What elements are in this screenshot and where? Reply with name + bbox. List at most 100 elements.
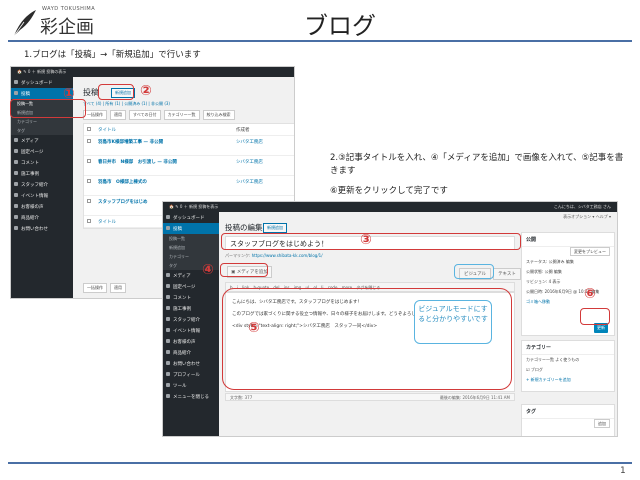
- bulk-action-select[interactable]: 一括操作: [83, 110, 107, 120]
- pin-icon: [166, 350, 170, 354]
- pin-icon: [14, 182, 18, 186]
- dashboard-icon: [14, 80, 18, 84]
- sidebar-item-staff[interactable]: スタッフ紹介: [11, 179, 73, 190]
- sidebar-item-pages[interactable]: 固定ページ: [163, 281, 219, 292]
- marker-3: ③: [360, 232, 372, 248]
- post-author-link[interactable]: シバタ工務店: [236, 159, 263, 165]
- step-2-text: 2.③記事タイトルを入れ、④「メディアを追加」で画像を入れて、⑤記事を書きます: [330, 153, 624, 176]
- user-icon: [166, 372, 170, 376]
- pin-icon: [166, 317, 170, 321]
- select-all-checkbox[interactable]: [87, 127, 91, 131]
- pin-icon: [14, 215, 18, 219]
- trash-link[interactable]: ゴミ箱へ移動: [522, 297, 614, 307]
- sidebar-item-events[interactable]: イベント情報: [11, 190, 73, 201]
- admin-bar: 🏠 ✎ 0 ＋ 新規 投稿を表示 こんにちは、シバタ工務店 さん: [163, 202, 617, 212]
- sidebar-item-products[interactable]: 商品紹介: [163, 347, 219, 358]
- marker-6: ⑥: [584, 286, 596, 302]
- category-filter-select[interactable]: カテゴリー一覧: [163, 110, 200, 120]
- post-author-link[interactable]: シバタ工務店: [236, 179, 263, 185]
- sidebar-sub-tags[interactable]: タグ: [11, 126, 73, 135]
- tag-panel: タグ 追加: [521, 404, 615, 436]
- row-checkbox[interactable]: [87, 199, 91, 203]
- step-1-text: 1.ブログは「投稿」→「新規追加」で行います: [24, 50, 201, 60]
- last-edited: 最後の編集: 2016年6月9日 11:41 AM: [439, 395, 510, 400]
- select-all-checkbox[interactable]: [87, 219, 91, 223]
- sidebar-item-media[interactable]: メディア: [11, 135, 73, 146]
- page-icon: [14, 149, 18, 153]
- pin-icon: [14, 171, 18, 175]
- tab-text[interactable]: テキスト: [493, 268, 521, 280]
- sidebar-item-works[interactable]: 施工事例: [163, 303, 219, 314]
- sidebar-item-posts[interactable]: 投稿: [163, 223, 219, 234]
- add-new-post-button[interactable]: 新規追加: [263, 223, 287, 233]
- post-title-link[interactable]: 羽島市 O様邸上棟式の: [98, 179, 147, 185]
- marker-1: ①: [63, 86, 75, 102]
- marker-4: ④: [202, 262, 214, 278]
- bulk-action-select[interactable]: 一括操作: [83, 283, 107, 293]
- sidebar-collapse-menu[interactable]: メニューを閉じる: [163, 391, 219, 402]
- post-title-link[interactable]: 羽島市K様邸増築工事 — 非公開: [98, 139, 163, 145]
- sidebar-sub-add-new[interactable]: 新規追加: [163, 243, 219, 252]
- posts-heading: 投稿: [83, 88, 99, 97]
- screen-options[interactable]: 表示オプション ▾ ヘルプ ▾: [563, 214, 611, 220]
- sidebar-item-staff[interactable]: スタッフ紹介: [163, 314, 219, 325]
- comment-icon: [166, 295, 170, 299]
- table-row: 羽島市K様邸増築工事 — 非公開 シバタ工務店: [84, 136, 294, 156]
- row-checkbox[interactable]: [87, 179, 91, 183]
- preview-changes-button[interactable]: 変更をプレビュー: [570, 247, 610, 256]
- add-tag-button[interactable]: 追加: [594, 419, 610, 428]
- highlight-add-new: [98, 84, 134, 100]
- comment-icon: [14, 160, 18, 164]
- pin-icon: [166, 339, 170, 343]
- admin-greeting[interactable]: こんにちは、シバタ工務店 さん: [554, 204, 611, 210]
- row-checkbox[interactable]: [87, 159, 91, 163]
- sidebar-sub-all-posts[interactable]: 投稿一覧: [163, 234, 219, 243]
- pin-icon: [166, 306, 170, 310]
- apply-button[interactable]: 適用: [110, 110, 126, 120]
- step-6-text: ⑥更新をクリックして完了です: [330, 186, 448, 196]
- sidebar-sub-categories[interactable]: カテゴリー: [11, 117, 73, 126]
- sidebar-item-profile[interactable]: プロフィール: [163, 369, 219, 380]
- wrench-icon: [166, 383, 170, 387]
- apply-button[interactable]: 適用: [110, 283, 126, 293]
- column-title[interactable]: タイトル: [98, 219, 116, 225]
- date-filter-select[interactable]: すべての日付: [129, 110, 161, 120]
- publish-heading: 公開: [522, 233, 614, 247]
- permalink-url[interactable]: https://www.shibata-kk.com/blog/1/: [252, 253, 323, 258]
- page-icon: [166, 284, 170, 288]
- collapse-icon: [166, 394, 170, 398]
- pin-icon: [14, 193, 18, 197]
- post-title-link[interactable]: 春日井市 N様邸 お引渡し — 非公開: [98, 159, 177, 165]
- marker-2: ②: [140, 83, 152, 99]
- category-item[interactable]: ☑ ブログ: [522, 365, 614, 375]
- post-author-link[interactable]: シバタ工務店: [236, 139, 263, 145]
- sidebar-item-dashboard[interactable]: ダッシュボード: [163, 212, 219, 223]
- admin-bar: 🏠 ✎ 0 ＋ 新規 投稿の表示: [11, 67, 294, 77]
- sidebar-item-contact[interactable]: お問い合わせ: [163, 358, 219, 369]
- sidebar-item-voices[interactable]: お客様の声: [11, 201, 73, 212]
- sidebar-item-contact[interactable]: お問い合わせ: [11, 223, 73, 234]
- sidebar-item-events[interactable]: イベント情報: [163, 325, 219, 336]
- post-status-filters[interactable]: すべて (4) | 所有 (1) | 公開済み (1) | 非公開 (3): [83, 101, 170, 107]
- logo-text: 彩企画: [40, 17, 94, 38]
- word-count: 文字数: 377: [230, 395, 253, 400]
- row-checkbox[interactable]: [87, 139, 91, 143]
- sidebar-sub-categories[interactable]: カテゴリー: [163, 252, 219, 261]
- sidebar-item-comments[interactable]: コメント: [11, 157, 73, 168]
- sidebar-item-products[interactable]: 商品紹介: [11, 212, 73, 223]
- tag-heading: タグ: [522, 405, 614, 419]
- sidebar-item-tools[interactable]: ツール: [163, 380, 219, 391]
- category-tabs[interactable]: カテゴリー一覧 よく使うもの: [522, 355, 614, 365]
- add-category-link[interactable]: + 新規カテゴリーを追加: [522, 375, 614, 385]
- edit-post-heading: 投稿の編集: [225, 223, 263, 232]
- sidebar-item-comments[interactable]: コメント: [163, 292, 219, 303]
- sidebar-item-pages[interactable]: 固定ページ: [11, 146, 73, 157]
- header-rule: [8, 40, 632, 42]
- post-title-link[interactable]: スタッフブログをはじめ: [98, 199, 148, 205]
- column-title[interactable]: タイトル: [98, 127, 116, 133]
- sidebar-item-works[interactable]: 施工事例: [11, 168, 73, 179]
- pin-icon: [166, 226, 170, 230]
- pin-icon: [166, 328, 170, 332]
- filter-button[interactable]: 絞り込み検索: [202, 110, 235, 120]
- sidebar-item-voices[interactable]: お客様の声: [163, 336, 219, 347]
